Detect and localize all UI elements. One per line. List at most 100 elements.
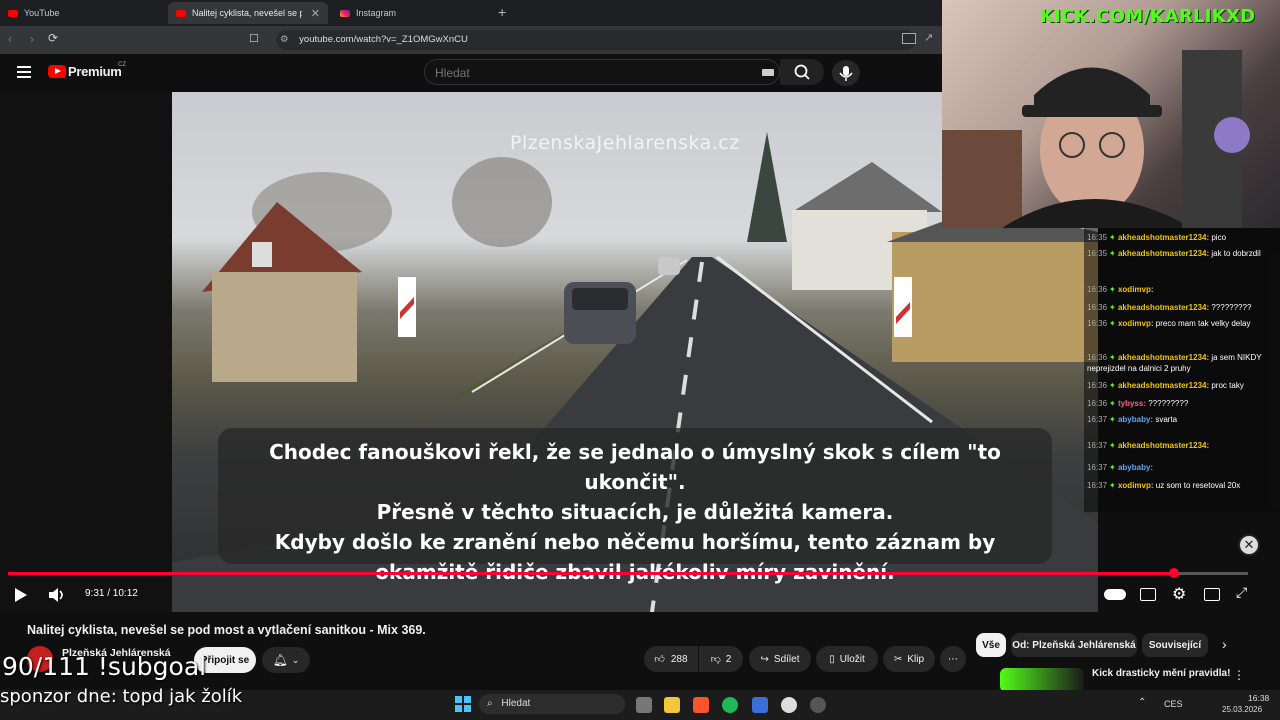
url-text: youtube.com/watch?v=_Z1OMGwXnCU bbox=[299, 34, 468, 45]
tab-instagram[interactable]: Instagram bbox=[332, 2, 492, 24]
volume-icon[interactable] bbox=[48, 586, 66, 604]
caption-line: Přesně v těchto situacích, je důležitá k… bbox=[376, 500, 894, 524]
tab-youtube[interactable]: YouTube bbox=[0, 2, 164, 24]
system-tray-icons[interactable]: ⌃ bbox=[1138, 697, 1146, 708]
thumbs-up-icon: 👍︎ bbox=[654, 654, 665, 665]
search-icon: ⌕ bbox=[487, 698, 493, 709]
chat-username[interactable]: akheadshotmaster1234: bbox=[1118, 233, 1209, 242]
clock-time[interactable]: 16:38 bbox=[1248, 693, 1269, 703]
progress-scrubber[interactable] bbox=[1168, 568, 1179, 578]
chat-username[interactable]: xodimvp: bbox=[1118, 285, 1154, 294]
chat-message: 16:36 ✦ xodimvp: preco mam tak velky dela… bbox=[1087, 318, 1273, 329]
chips-next-icon[interactable]: › bbox=[1222, 636, 1227, 652]
chat-timestamp: 16:35 bbox=[1087, 249, 1108, 258]
recommended-title[interactable]: Kick drasticky mění pravidla! bbox=[1092, 668, 1230, 679]
subtitles-icon[interactable] bbox=[1140, 588, 1156, 601]
chat-timestamp: 16:36 bbox=[1087, 303, 1108, 312]
recommended-more-icon[interactable]: ⋮ bbox=[1233, 668, 1245, 682]
share-button[interactable]: ↪ Sdílet bbox=[749, 646, 811, 672]
chat-message: 16:36 ✦ akheadshotmaster1234: proc taky bbox=[1087, 380, 1273, 391]
microphone-icon bbox=[839, 66, 853, 81]
app-icon[interactable] bbox=[781, 697, 797, 713]
windows-start-icon[interactable] bbox=[455, 696, 471, 712]
like-button[interactable]: 👍︎ 288 bbox=[644, 646, 698, 672]
chat-username[interactable]: akheadshotmaster1234: bbox=[1118, 303, 1209, 312]
chat-username[interactable]: abybaby: bbox=[1118, 415, 1153, 424]
share-page-icon[interactable]: ↗ bbox=[924, 31, 933, 44]
play-icon[interactable] bbox=[14, 587, 28, 603]
file-explorer-icon[interactable] bbox=[664, 697, 680, 713]
bell-icon: 🔔︎ bbox=[272, 653, 288, 667]
brave-browser-icon[interactable] bbox=[693, 697, 709, 713]
app-icon[interactable] bbox=[752, 697, 768, 713]
reload-icon[interactable]: ⟳ bbox=[48, 31, 58, 45]
more-actions-button[interactable]: ⋯ bbox=[940, 646, 966, 672]
new-tab-icon[interactable]: + bbox=[498, 4, 506, 20]
chat-username[interactable]: akheadshotmaster1234: bbox=[1118, 353, 1209, 362]
taskbar-search[interactable]: ⌕ Hledat bbox=[479, 694, 625, 714]
forward-icon[interactable]: › bbox=[30, 32, 34, 46]
more-icon: ⋯ bbox=[948, 653, 958, 665]
chat-username[interactable]: xodimvp: bbox=[1118, 481, 1154, 490]
chat-text: ????????? bbox=[1211, 303, 1252, 312]
language-indicator[interactable]: CES bbox=[1164, 699, 1183, 709]
video-caption-box: Chodec fanouškovi řekl, že se jednalo o … bbox=[218, 428, 1052, 584]
chat-username[interactable]: tybyss: bbox=[1118, 399, 1146, 408]
close-tab-icon[interactable]: ✕ bbox=[311, 7, 320, 20]
chat-username[interactable]: xodimvp: bbox=[1118, 319, 1154, 328]
fullscreen-icon[interactable]: ⤢ bbox=[1236, 584, 1247, 601]
save-button[interactable]: ▯ Uložit bbox=[816, 646, 878, 672]
autoplay-toggle[interactable] bbox=[1104, 589, 1126, 600]
chat-timestamp: 16:36 bbox=[1087, 381, 1108, 390]
time-display: 9:31 / 10:12 bbox=[85, 588, 138, 599]
recommended-thumbnail[interactable] bbox=[1000, 668, 1084, 692]
clock-date[interactable]: 25.03.2026 bbox=[1222, 705, 1262, 714]
chat-timestamp: 16:36 bbox=[1087, 399, 1108, 408]
chat-text: svarta bbox=[1155, 415, 1178, 424]
voice-search-button[interactable] bbox=[832, 60, 860, 86]
clip-button[interactable]: ✂ Klip bbox=[883, 646, 935, 672]
chat-text: proc taky bbox=[1211, 381, 1244, 390]
instagram-favicon-icon bbox=[340, 9, 350, 17]
search-box[interactable] bbox=[424, 59, 780, 85]
site-info-icon[interactable]: ⚙ bbox=[280, 34, 289, 45]
menu-icon[interactable] bbox=[17, 66, 31, 78]
dislike-button[interactable]: 👎︎ 2 bbox=[699, 646, 743, 672]
task-view-icon[interactable] bbox=[636, 697, 652, 713]
video-progress-bar[interactable] bbox=[8, 568, 1248, 578]
chat-badge-icon: ✦ bbox=[1109, 319, 1118, 328]
back-icon[interactable]: ‹ bbox=[8, 32, 12, 46]
overlay-close-icon[interactable]: ✕ bbox=[1238, 534, 1260, 556]
tab-current-video[interactable]: Nalitej cyklista, nevešel se pod ✕ bbox=[168, 2, 328, 24]
settings-gear-icon[interactable]: ⚙ bbox=[1172, 584, 1186, 604]
spotify-icon[interactable] bbox=[722, 697, 738, 713]
chip-all[interactable]: Vše bbox=[976, 633, 1006, 657]
url-field[interactable]: ⚙ youtube.com/watch?v=_Z1OMGwXnCU bbox=[276, 30, 916, 50]
chat-username[interactable]: akheadshotmaster1234: bbox=[1118, 381, 1209, 390]
search-button[interactable] bbox=[780, 59, 824, 85]
chat-username[interactable]: akheadshotmaster1234: bbox=[1118, 249, 1209, 258]
search-input[interactable] bbox=[433, 65, 737, 81]
chip-from-channel[interactable]: Od: Plzeňská Jehlárenská bbox=[1011, 633, 1137, 657]
scissors-icon: ✂ bbox=[893, 653, 903, 665]
youtube-logo-icon[interactable] bbox=[48, 65, 66, 78]
chat-username[interactable]: abybaby: bbox=[1118, 463, 1153, 472]
tab-label: Instagram bbox=[356, 8, 397, 18]
progress-played bbox=[8, 572, 1174, 575]
miniplayer-icon[interactable] bbox=[1204, 588, 1220, 601]
chip-related[interactable]: Související bbox=[1142, 633, 1208, 657]
app-icon[interactable] bbox=[810, 697, 826, 713]
chat-timestamp: 16:37 bbox=[1087, 463, 1108, 472]
sponsor-text: sponzor dne: topd jak žolík bbox=[0, 686, 243, 707]
bookmark-icon[interactable]: ☐ bbox=[249, 32, 259, 45]
video-watermark: PlzenskaJehlarenska.cz bbox=[510, 132, 740, 154]
chat-message: 16:36 ✦ xodimvp: bbox=[1087, 284, 1273, 295]
cast-icon[interactable] bbox=[902, 33, 916, 44]
chat-username[interactable]: akheadshotmaster1234: bbox=[1118, 441, 1209, 450]
share-icon: ↪ bbox=[760, 653, 769, 665]
chat-message: 16:36 ✦ akheadshotmaster1234: ja sem NIKD… bbox=[1087, 352, 1273, 374]
clip-label: Klip bbox=[907, 653, 925, 665]
keyboard-icon[interactable] bbox=[762, 69, 774, 76]
premium-label[interactable]: Premium bbox=[68, 64, 122, 79]
notification-bell-button[interactable]: 🔔︎ ⌄ bbox=[262, 647, 310, 673]
